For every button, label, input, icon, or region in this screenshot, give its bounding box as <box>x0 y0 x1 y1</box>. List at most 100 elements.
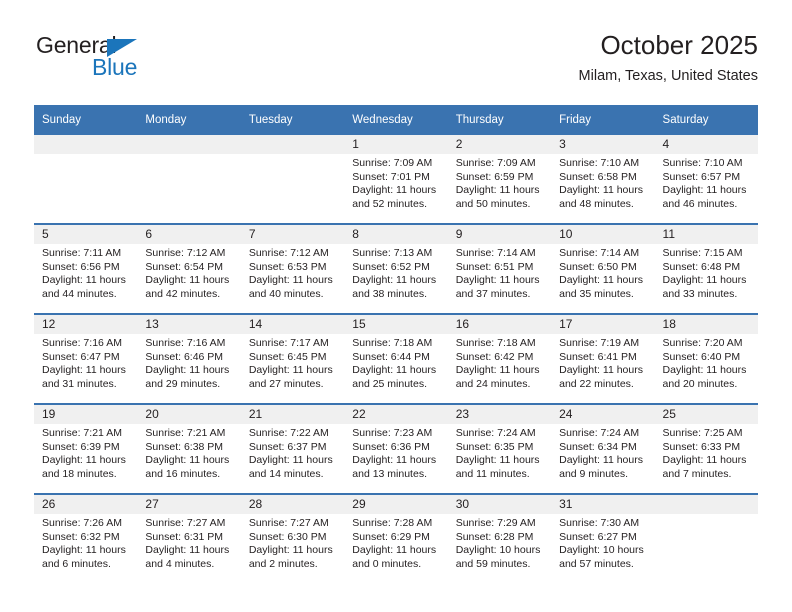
calendar-day-cell[interactable]: 6 Sunrise: 7:12 AM Sunset: 6:54 PM Daylight… <box>137 223 241 314</box>
daylight-duration-line2: and 16 minutes. <box>145 467 221 480</box>
daylight-duration-line1: Daylight: 11 hours <box>559 184 643 197</box>
sunrise-time: Sunrise: 7:14 AM <box>559 247 640 259</box>
sunrise-time: Sunrise: 7:11 AM <box>42 247 122 259</box>
day-sun-info: Sunrise: 7:18 AM Sunset: 6:42 PM Daylight:… <box>448 334 551 391</box>
calendar-day-cell[interactable]: 11 Sunrise: 7:15 AM Sunset: 6:48 PM Dayligh… <box>654 223 758 314</box>
daylight-duration-line2: and 48 minutes. <box>559 197 634 210</box>
day-cell-content: 20 Sunrise: 7:21 AM Sunset: 6:38 PM Dayligh… <box>137 405 241 493</box>
day-cell-content: 25 Sunrise: 7:25 AM Sunset: 6:33 PM Dayligh… <box>654 405 758 493</box>
day-sun-info: Sunrise: 7:09 AM Sunset: 7:01 PM Daylight:… <box>344 154 447 211</box>
sunset-time: Sunset: 6:46 PM <box>145 350 224 363</box>
sunset-time: Sunset: 6:48 PM <box>662 260 741 273</box>
calendar-day-cell[interactable] <box>34 135 138 224</box>
day-number: 2 <box>447 135 552 154</box>
calendar-day-cell[interactable]: 31 Sunrise: 7:30 AM Sunset: 6:27 PM Dayligh… <box>551 493 655 583</box>
day-sun-info: Sunrise: 7:30 AM Sunset: 6:27 PM Daylight:… <box>551 514 654 571</box>
calendar-day-cell[interactable] <box>654 493 758 583</box>
sunrise-time: Sunrise: 7:22 AM <box>248 427 329 439</box>
sunset-time: Sunset: 6:54 PM <box>145 260 224 273</box>
day-sun-info: Sunrise: 7:10 AM Sunset: 6:57 PM Daylight:… <box>655 154 758 211</box>
daylight-duration-line2: and 40 minutes. <box>248 287 324 300</box>
calendar-day-cell[interactable]: 17 Sunrise: 7:19 AM Sunset: 6:41 PM Dayligh… <box>551 313 655 404</box>
daylight-duration-line2: and 38 minutes. <box>352 287 427 300</box>
sunset-time: Sunset: 6:34 PM <box>559 440 637 453</box>
calendar-day-cell[interactable]: 3 Sunrise: 7:10 AM Sunset: 6:58 PM Daylight… <box>551 135 655 224</box>
sunset-time: Sunset: 6:56 PM <box>42 260 120 273</box>
calendar-day-cell[interactable]: 13 Sunrise: 7:16 AM Sunset: 6:46 PM Dayligh… <box>137 313 241 404</box>
calendar-day-cell[interactable]: 7 Sunrise: 7:12 AM Sunset: 6:53 PM Daylight… <box>240 223 345 314</box>
calendar-day-cell[interactable]: 23 Sunrise: 7:24 AM Sunset: 6:35 PM Dayligh… <box>447 403 552 494</box>
calendar-day-cell[interactable] <box>137 135 241 224</box>
calendar-day-cell[interactable]: 14 Sunrise: 7:17 AM Sunset: 6:45 PM Dayligh… <box>240 313 345 404</box>
calendar-body: 1 Sunrise: 7:09 AM Sunset: 7:01 PM Daylight… <box>34 135 758 583</box>
day-cell-content: 15 Sunrise: 7:18 AM Sunset: 6:44 PM Dayligh… <box>344 315 448 403</box>
title-block: October 2025 Milam, Texas, United States <box>579 28 758 87</box>
daylight-duration-line1: Daylight: 11 hours <box>455 274 540 287</box>
day-number: 10 <box>551 225 655 244</box>
day-cell-content: 21 Sunrise: 7:22 AM Sunset: 6:37 PM Dayligh… <box>240 405 345 493</box>
day-number: 18 <box>654 315 758 334</box>
daylight-duration-line1: Daylight: 11 hours <box>352 274 437 287</box>
calendar-day-cell[interactable]: 15 Sunrise: 7:18 AM Sunset: 6:44 PM Dayligh… <box>344 313 448 404</box>
calendar-day-cell[interactable]: 18 Sunrise: 7:20 AM Sunset: 6:40 PM Dayligh… <box>654 313 758 404</box>
weekday-header-friday: Friday <box>551 105 655 135</box>
calendar-day-cell[interactable]: 10 Sunrise: 7:14 AM Sunset: 6:50 PM Dayligh… <box>551 223 655 314</box>
calendar-day-cell[interactable]: 8 Sunrise: 7:13 AM Sunset: 6:52 PM Daylight… <box>344 223 448 314</box>
day-number: 20 <box>137 405 241 424</box>
day-sun-info: Sunrise: 7:12 AM Sunset: 6:53 PM Daylight:… <box>241 244 344 301</box>
calendar-day-cell[interactable]: 24 Sunrise: 7:24 AM Sunset: 6:34 PM Dayligh… <box>551 403 655 494</box>
day-cell-content: 26 Sunrise: 7:26 AM Sunset: 6:32 PM Dayligh… <box>34 495 138 583</box>
calendar-day-cell[interactable] <box>240 135 345 224</box>
calendar-day-cell[interactable]: 29 Sunrise: 7:28 AM Sunset: 6:29 PM Dayligh… <box>344 493 448 583</box>
calendar-day-cell[interactable]: 1 Sunrise: 7:09 AM Sunset: 7:01 PM Daylight… <box>344 135 448 224</box>
calendar-day-cell[interactable]: 21 Sunrise: 7:22 AM Sunset: 6:37 PM Dayligh… <box>240 403 345 494</box>
daylight-duration-line1: Daylight: 11 hours <box>42 364 126 377</box>
day-cell-content: 27 Sunrise: 7:27 AM Sunset: 6:31 PM Dayligh… <box>137 495 241 583</box>
daylight-duration-line2: and 13 minutes. <box>352 467 427 480</box>
sunrise-time: Sunrise: 7:24 AM <box>455 427 536 439</box>
day-cell-content: 14 Sunrise: 7:17 AM Sunset: 6:45 PM Dayligh… <box>240 315 345 403</box>
daylight-duration-line1: Daylight: 11 hours <box>42 544 126 557</box>
daylight-duration-line2: and 59 minutes. <box>455 557 531 570</box>
sunset-time: Sunset: 6:27 PM <box>559 530 637 543</box>
sunrise-time: Sunrise: 7:10 AM <box>662 157 743 169</box>
day-sun-info: Sunrise: 7:17 AM Sunset: 6:45 PM Daylight:… <box>241 334 344 391</box>
calendar-day-cell[interactable]: 12 Sunrise: 7:16 AM Sunset: 6:47 PM Dayligh… <box>34 313 138 404</box>
calendar-day-cell[interactable]: 20 Sunrise: 7:21 AM Sunset: 6:38 PM Dayligh… <box>137 403 241 494</box>
daylight-duration-line2: and 35 minutes. <box>559 287 634 300</box>
calendar-day-cell[interactable]: 9 Sunrise: 7:14 AM Sunset: 6:51 PM Daylight… <box>447 223 552 314</box>
calendar-day-cell[interactable]: 22 Sunrise: 7:23 AM Sunset: 6:36 PM Dayligh… <box>344 403 448 494</box>
day-cell-content <box>137 135 241 223</box>
calendar-day-cell[interactable]: 25 Sunrise: 7:25 AM Sunset: 6:33 PM Dayligh… <box>654 403 758 494</box>
day-sun-info: Sunrise: 7:21 AM Sunset: 6:39 PM Daylight:… <box>34 424 137 481</box>
day-number: 6 <box>137 225 241 244</box>
calendar-day-cell[interactable]: 30 Sunrise: 7:29 AM Sunset: 6:28 PM Dayligh… <box>447 493 552 583</box>
sunset-time: Sunset: 6:33 PM <box>662 440 741 453</box>
daylight-duration-line1: Daylight: 11 hours <box>559 454 643 467</box>
day-cell-content: 12 Sunrise: 7:16 AM Sunset: 6:47 PM Dayligh… <box>34 315 138 403</box>
daylight-duration-line2: and 46 minutes. <box>662 197 738 210</box>
calendar-week-row: 1 Sunrise: 7:09 AM Sunset: 7:01 PM Daylight… <box>34 135 758 224</box>
calendar-page: General Blue October 2025 Milam, Texas, … <box>0 0 792 612</box>
day-cell-content: 11 Sunrise: 7:15 AM Sunset: 6:48 PM Dayligh… <box>654 225 758 313</box>
day-sun-info: Sunrise: 7:11 AM Sunset: 6:56 PM Daylight:… <box>34 244 137 301</box>
daylight-duration-line1: Daylight: 11 hours <box>145 274 230 287</box>
calendar-day-cell[interactable]: 28 Sunrise: 7:27 AM Sunset: 6:30 PM Dayligh… <box>240 493 345 583</box>
day-number <box>137 135 241 154</box>
calendar-day-cell[interactable]: 4 Sunrise: 7:10 AM Sunset: 6:57 PM Daylight… <box>654 135 758 224</box>
day-number: 22 <box>344 405 448 424</box>
calendar-day-cell[interactable]: 2 Sunrise: 7:09 AM Sunset: 6:59 PM Daylight… <box>447 135 552 224</box>
sunrise-time: Sunrise: 7:19 AM <box>559 337 640 349</box>
sunrise-time: Sunrise: 7:09 AM <box>352 157 433 169</box>
calendar-day-cell[interactable]: 19 Sunrise: 7:21 AM Sunset: 6:39 PM Dayligh… <box>34 403 138 494</box>
daylight-duration-line2: and 14 minutes. <box>248 467 324 480</box>
calendar-day-cell[interactable]: 26 Sunrise: 7:26 AM Sunset: 6:32 PM Dayligh… <box>34 493 138 583</box>
daylight-duration-line2: and 22 minutes. <box>559 377 634 390</box>
sunrise-time: Sunrise: 7:14 AM <box>455 247 536 259</box>
day-number: 27 <box>137 495 241 514</box>
day-cell-content: 17 Sunrise: 7:19 AM Sunset: 6:41 PM Dayligh… <box>551 315 655 403</box>
calendar-day-cell[interactable]: 5 Sunrise: 7:11 AM Sunset: 6:56 PM Daylight… <box>34 223 138 314</box>
calendar-day-cell[interactable]: 27 Sunrise: 7:27 AM Sunset: 6:31 PM Dayligh… <box>137 493 241 583</box>
sunrise-time: Sunrise: 7:24 AM <box>559 427 640 439</box>
calendar-day-cell[interactable]: 16 Sunrise: 7:18 AM Sunset: 6:42 PM Dayligh… <box>447 313 552 404</box>
